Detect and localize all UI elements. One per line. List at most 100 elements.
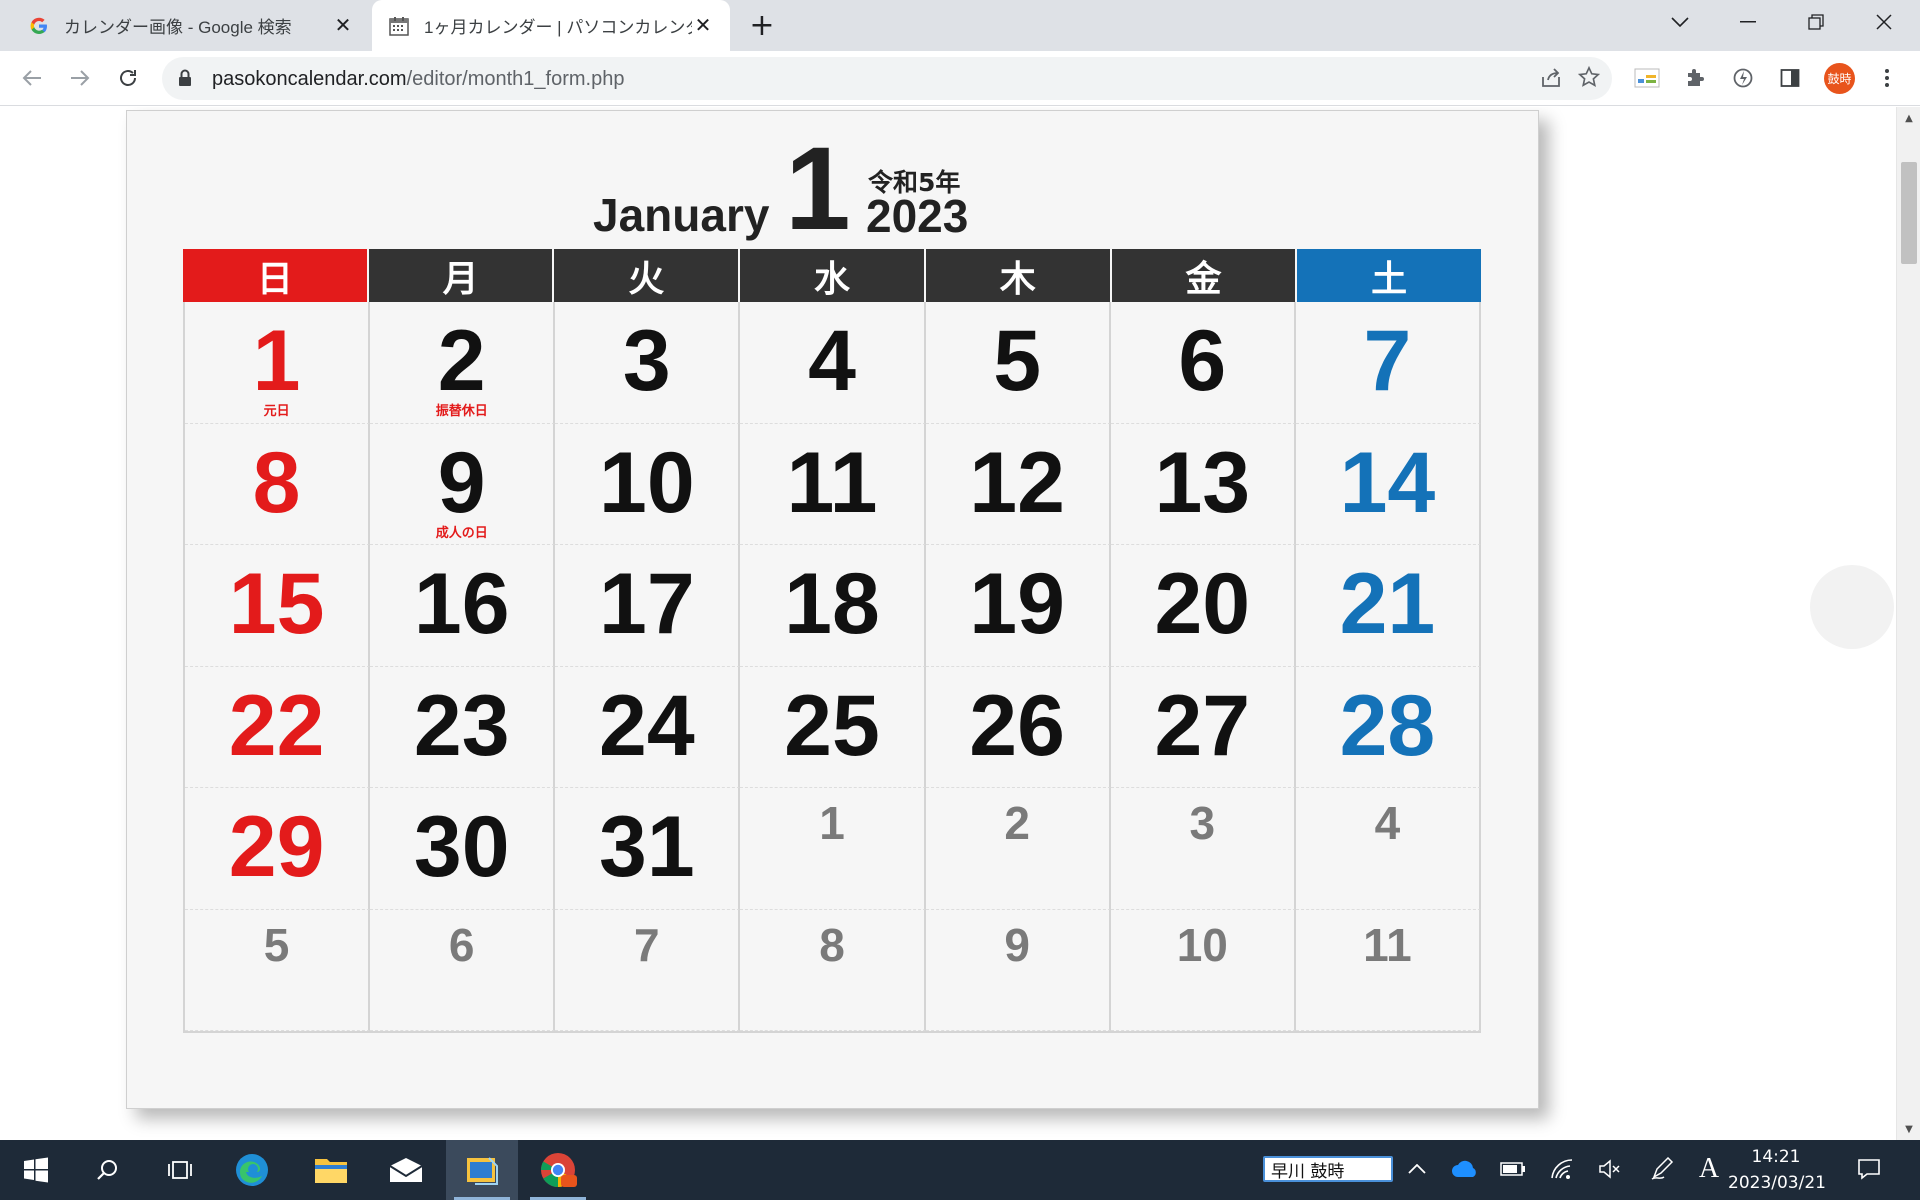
- kebab-menu-icon[interactable]: [1872, 63, 1902, 93]
- day-cell-monday: 23: [370, 666, 556, 788]
- mail-icon[interactable]: [370, 1140, 442, 1200]
- weekday-header-wednesday: 水: [740, 249, 926, 302]
- day-cell-tuesday: 7: [555, 909, 741, 1031]
- day-cell-monday: 6: [370, 909, 556, 1031]
- performance-icon[interactable]: [1728, 63, 1758, 93]
- day-number: 20: [1154, 556, 1251, 652]
- page-scrollbar[interactable]: ▲ ▼: [1896, 107, 1920, 1140]
- day-cell-thursday: 9: [925, 909, 1111, 1031]
- day-number: 19: [969, 556, 1065, 652]
- day-cell-wednesday: 18: [740, 545, 926, 667]
- tab-search-chevron-icon[interactable]: [1652, 0, 1708, 44]
- day-cell-sunday: 5: [185, 909, 371, 1031]
- bookmark-star-icon[interactable]: [1577, 65, 1601, 92]
- share-icon[interactable]: [1540, 67, 1562, 93]
- calendar-weeks: 1 元日 2 振替休日 3 4 5 6 7 8 9 成人の日 10 11 12 13 14 15 16 17 18 19 2…: [183, 302, 1481, 1033]
- clock-date: 2023/03/21: [1728, 1173, 1826, 1193]
- adjacent-month-day-number: 10: [1176, 918, 1228, 971]
- adjacent-month-day-number: 5: [263, 918, 290, 971]
- profile-avatar[interactable]: 鼓時: [1824, 63, 1855, 94]
- ime-user-toolbar[interactable]: 早川 鼓時: [1263, 1156, 1393, 1182]
- weekday-header-row: 日 月 火 水 木 金 土: [183, 249, 1482, 302]
- day-cell-saturday: 28: [1295, 666, 1481, 788]
- show-hidden-icons-chevron-icon[interactable]: [1402, 1154, 1432, 1184]
- windows-start-icon[interactable]: [0, 1140, 72, 1200]
- extension-image-icon[interactable]: [1632, 63, 1662, 93]
- day-number: 6: [1178, 313, 1227, 409]
- task-view-icon[interactable]: [144, 1140, 216, 1200]
- close-window-icon[interactable]: [1856, 0, 1912, 44]
- day-cell-thursday: 26: [925, 666, 1111, 788]
- day-cell-tuesday: 10: [555, 423, 741, 545]
- lock-icon[interactable]: [178, 69, 192, 91]
- day-number: 31: [599, 799, 695, 895]
- day-number: 25: [784, 677, 880, 774]
- day-cell-tuesday: 31: [555, 788, 741, 910]
- adjacent-month-day-number: 11: [1363, 918, 1412, 971]
- edge-browser-icon[interactable]: [216, 1140, 288, 1200]
- weekday-header-tuesday: 火: [554, 249, 741, 302]
- url-text[interactable]: pasokoncalendar.com/editor/month1_form.p…: [212, 68, 624, 91]
- address-bar[interactable]: pasokoncalendar.com/editor/month1_form.p…: [162, 57, 1612, 100]
- day-cell-sunday: 22: [185, 666, 371, 788]
- scroll-up-arrow-icon[interactable]: ▲: [1897, 109, 1920, 127]
- day-cell-saturday: 14: [1295, 423, 1481, 545]
- day-cell-wednesday: 25: [740, 666, 926, 788]
- adjacent-month-day-number: 8: [819, 918, 845, 971]
- calendar-icon: [388, 15, 410, 37]
- day-cell-monday: 2 振替休日: [370, 302, 556, 424]
- tab-pasokon-calendar[interactable]: 1ヶ月カレンダー | パソコンカレンダーサイト ✕: [372, 0, 730, 51]
- windows-taskbar: 早川 鼓時 A 14:21 2023/03/21: [0, 1140, 1920, 1200]
- month-name-english: January: [593, 189, 770, 241]
- adjacent-month-day-number: 3: [1189, 797, 1216, 849]
- day-number: 3: [622, 313, 671, 409]
- calendar-year: 2023: [866, 190, 969, 242]
- battery-icon[interactable]: [1498, 1154, 1528, 1184]
- day-number: 10: [599, 434, 695, 531]
- day-cell-friday: 10: [1110, 909, 1296, 1031]
- search-icon[interactable]: [72, 1140, 144, 1200]
- day-cell-thursday: 19: [925, 545, 1111, 667]
- image-viewer-app-icon[interactable]: [446, 1140, 518, 1200]
- volume-muted-icon[interactable]: [1595, 1154, 1625, 1184]
- url-path: /editor/month1_form.php: [406, 68, 625, 90]
- forward-arrow-icon[interactable]: [63, 61, 97, 95]
- minimize-icon[interactable]: [1720, 0, 1776, 44]
- side-panel-icon[interactable]: [1775, 63, 1805, 93]
- day-number: 13: [1154, 434, 1251, 531]
- back-arrow-icon[interactable]: [15, 61, 49, 95]
- day-cell-tuesday: 24: [555, 666, 741, 788]
- clock-time: 14:21: [1751, 1147, 1801, 1167]
- pen-workspace-icon[interactable]: [1647, 1154, 1677, 1184]
- day-cell-saturday: 11: [1295, 909, 1481, 1031]
- day-cell-monday: 9 成人の日: [370, 423, 556, 545]
- ime-user-name: 早川 鼓時: [1271, 1161, 1345, 1182]
- close-tab-icon[interactable]: ✕: [332, 15, 354, 37]
- scroll-down-arrow-icon[interactable]: ▼: [1897, 1120, 1920, 1138]
- day-cell-saturday: 4: [1295, 788, 1481, 910]
- network-signal-icon[interactable]: [1547, 1154, 1577, 1184]
- tab-title: 1ヶ月カレンダー | パソコンカレンダーサイト: [424, 18, 692, 37]
- day-cell-monday: 16: [370, 545, 556, 667]
- day-number: 15: [228, 556, 325, 652]
- day-number: 27: [1154, 677, 1251, 774]
- onedrive-cloud-icon[interactable]: [1450, 1154, 1480, 1184]
- floating-circle-button[interactable]: [1810, 565, 1894, 649]
- tab-google-search[interactable]: カレンダー画像 - Google 検索 ✕: [0, 0, 370, 51]
- scrollbar-thumb[interactable]: [1901, 162, 1917, 264]
- day-number: 28: [1339, 677, 1436, 774]
- new-tab-plus-icon[interactable]: +: [745, 8, 779, 43]
- day-cell-friday: 6: [1110, 302, 1296, 424]
- tab-strip: カレンダー画像 - Google 検索 ✕ 1ヶ月カレンダー | パソコンカレン…: [0, 0, 1920, 51]
- adjacent-month-day-number: 4: [1374, 797, 1401, 849]
- day-number: 11: [786, 434, 878, 531]
- system-clock[interactable]: 14:21 2023/03/21: [1728, 1144, 1826, 1196]
- ime-mode-indicator[interactable]: A: [1694, 1153, 1724, 1184]
- file-explorer-icon[interactable]: [295, 1140, 367, 1200]
- reload-icon[interactable]: [111, 61, 145, 95]
- chrome-browser-icon[interactable]: [522, 1140, 594, 1200]
- notification-center-icon[interactable]: [1854, 1154, 1884, 1184]
- close-tab-icon[interactable]: ✕: [692, 15, 714, 37]
- restore-icon[interactable]: [1788, 0, 1844, 44]
- extensions-puzzle-icon[interactable]: [1680, 63, 1710, 93]
